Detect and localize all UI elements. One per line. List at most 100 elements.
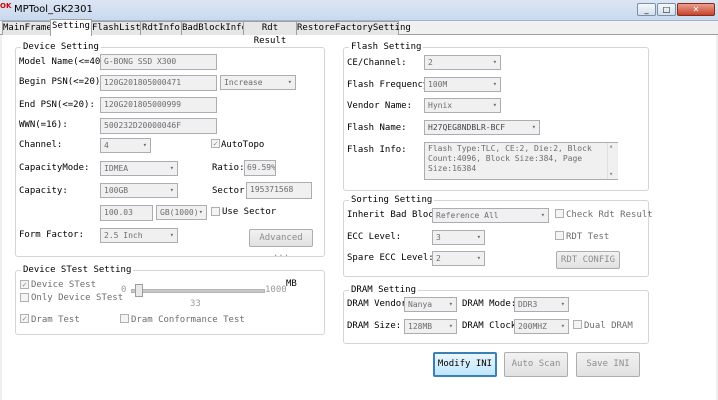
minimize-button[interactable]: _ (637, 3, 656, 16)
dram-conformance-label: Dram Conformance Test (131, 315, 245, 325)
chevron-down-icon: ▾ (169, 164, 174, 172)
flash-info-textarea[interactable]: Flash Type:TLC, CE:2, Die:2, Block Count… (424, 142, 618, 180)
capacity-value: 100GB (104, 186, 129, 195)
tab-rdtinfo[interactable]: RdtInfo (140, 21, 182, 35)
advanced-button[interactable]: Advanced ... (249, 229, 313, 259)
spare-ecc-level-label: Spare ECC Level: (347, 253, 434, 263)
sector-input[interactable]: 195371568 (246, 182, 312, 199)
flash-info-label: Flash Info: (347, 145, 407, 155)
maximize-button[interactable]: □ (657, 3, 676, 16)
dram-mode-label: DRAM Mode: (462, 299, 517, 309)
chevron-down-icon: ▾ (287, 78, 292, 86)
tab-flashlist[interactable]: FlashList (91, 21, 141, 35)
modify-ini-button[interactable]: Modify INI (433, 352, 497, 377)
model-name-input[interactable]: G-BONG SSD X300 (100, 54, 217, 70)
flash-frequency-value: 100M (428, 80, 448, 89)
tab-mainframe[interactable]: MainFrame (2, 21, 52, 35)
spare-ecc-level-value: 2 (436, 254, 441, 263)
use-sector-checkbox[interactable] (211, 207, 220, 216)
tab-setting[interactable]: Setting (50, 19, 92, 36)
scroll-down-icon[interactable]: ▾ (609, 170, 613, 178)
capacity-mode-label: CapacityMode: (19, 163, 90, 173)
chevron-down-icon: ▾ (492, 101, 497, 109)
dram-test-checkbox[interactable]: ✓ (20, 314, 29, 323)
rdt-config-button[interactable]: RDT CONFIG (556, 251, 620, 269)
save-ini-button[interactable]: Save INI (576, 352, 640, 377)
dram-size-select[interactable]: 128MB ▾ (404, 319, 457, 334)
slider-min-label: 0 (121, 285, 127, 295)
device-stest-label: Device STest (31, 280, 97, 290)
use-sector-label: Use Sector (222, 207, 277, 217)
flash-name-label: Flash Name: (347, 123, 407, 133)
flash-frequency-select[interactable]: 100M ▾ (424, 77, 501, 92)
ce-channel-select[interactable]: 2 ▾ (424, 55, 501, 70)
device-setting-title: Device Setting (21, 42, 101, 52)
capacity-unit-select[interactable]: GB(1000) ▾ (156, 205, 207, 220)
chevron-down-icon: ▾ (560, 300, 565, 308)
only-device-stest-label: Only Device STest (31, 293, 124, 303)
auto-scan-button[interactable]: Auto Scan (504, 352, 568, 377)
ratio-input[interactable]: 69.59% (244, 160, 276, 176)
dual-dram-label: Dual DRAM (584, 321, 633, 331)
capacity-mode-select[interactable]: IDMEA ▾ (100, 161, 178, 176)
inherit-bad-block-label: Inherit Bad Block: (347, 210, 445, 220)
device-stest-checkbox[interactable]: ✓ (20, 280, 29, 289)
slider-value-label: 33 (190, 299, 201, 309)
chevron-down-icon: ▾ (540, 211, 545, 219)
begin-psn-label: Begin PSN(<=20): (19, 77, 106, 87)
wwn-input[interactable]: 500232D20000046F (100, 118, 217, 134)
vendor-name-select[interactable]: Hynix ▾ (424, 98, 501, 113)
begin-psn-input[interactable]: 120G201805000471 (100, 75, 217, 91)
slider-thumb[interactable] (135, 284, 144, 297)
title-bar (0, 0, 718, 21)
tab-rdt-result[interactable]: Rdt Result (243, 21, 297, 46)
rdt-test-checkbox[interactable] (555, 231, 564, 240)
end-psn-label: End PSN(<=20): (19, 100, 95, 110)
spare-ecc-level-select[interactable]: 2 ▾ (432, 251, 485, 266)
dram-mode-select[interactable]: DDR3 ▾ (514, 297, 569, 312)
chevron-down-icon: ▾ (448, 322, 453, 330)
capacity-number-input[interactable]: 100.03 (100, 205, 153, 221)
tab-restore-factory-setting[interactable]: RestoreFactorySetting (296, 21, 411, 35)
end-psn-input[interactable]: 120G201805000999 (100, 97, 217, 113)
chevron-down-icon: ▾ (198, 208, 203, 216)
check-rdt-result-checkbox[interactable] (555, 209, 564, 218)
only-device-stest-checkbox[interactable] (20, 293, 29, 302)
form-factor-value: 2.5 Inch (104, 231, 143, 240)
chevron-down-icon: ▾ (169, 231, 174, 239)
increase-select[interactable]: Increase ▾ (220, 75, 296, 90)
dual-dram-checkbox[interactable] (573, 320, 582, 329)
ce-channel-value: 2 (428, 58, 433, 67)
dram-clock-select[interactable]: 200MHZ ▾ (514, 319, 569, 334)
chevron-down-icon: ▾ (169, 186, 174, 194)
autotopo-checkbox[interactable]: ✓ (211, 139, 220, 148)
autotopo-label: AutoTopo (221, 140, 265, 150)
chevron-down-icon: ▾ (476, 254, 481, 262)
app-icon: OK (0, 2, 12, 10)
inherit-bad-block-select[interactable]: Reference All ▾ (432, 208, 549, 223)
flash-frequency-label: Flash Frequency: (347, 80, 434, 90)
increase-value: Increase (224, 78, 263, 87)
inherit-bad-block-value: Reference All (436, 211, 499, 220)
channel-select[interactable]: 4 ▾ (100, 138, 151, 153)
chevron-down-icon: ▾ (476, 233, 481, 241)
ecc-level-select[interactable]: 3 ▾ (432, 230, 485, 245)
capacity-select[interactable]: 100GB ▾ (100, 183, 178, 198)
ratio-label: Ratio: (212, 163, 245, 173)
chevron-down-icon: ▾ (531, 123, 536, 131)
dram-vendor-label: DRAM Vendor: (347, 299, 413, 309)
dram-vendor-select[interactable]: Nanya ▾ (404, 297, 457, 312)
scroll-up-icon[interactable]: ▴ (609, 142, 613, 150)
rdt-test-label: RDT Test (566, 232, 610, 242)
close-button[interactable]: ✕ (677, 3, 715, 16)
channel-label: Channel: (19, 140, 63, 150)
device-stest-title: Device STest Setting (21, 265, 134, 275)
check-rdt-result-label: Check Rdt Result (566, 210, 653, 220)
dram-setting-title: DRAM Setting (349, 285, 419, 295)
flash-name-select[interactable]: H27QEG8NDBLR-BCF ▾ (424, 120, 540, 135)
dram-conformance-checkbox[interactable] (120, 314, 129, 323)
ecc-level-value: 3 (436, 233, 441, 242)
form-factor-select[interactable]: 2.5 Inch ▾ (100, 228, 178, 243)
tab-badblockinfo[interactable]: BadBlockInfo (181, 21, 247, 35)
slider-track[interactable] (131, 289, 265, 293)
